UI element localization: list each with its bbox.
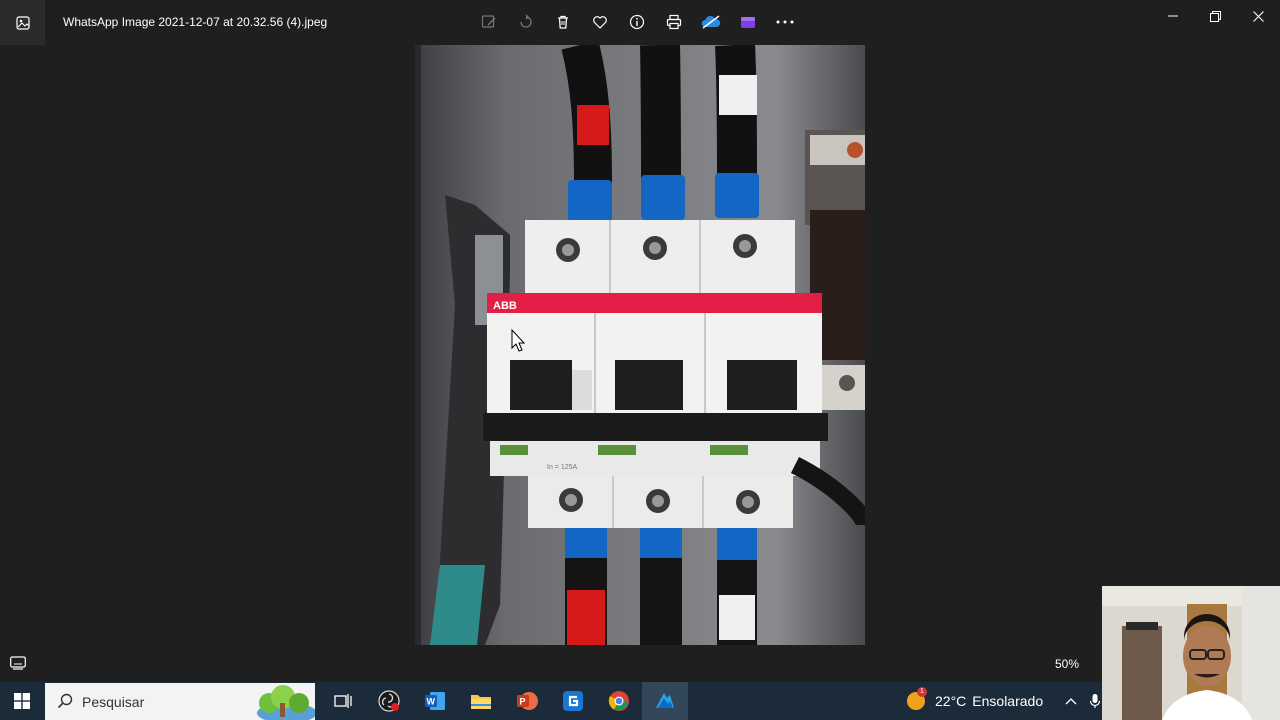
- windows-start-icon[interactable]: [0, 682, 44, 720]
- word-icon[interactable]: W: [412, 682, 458, 720]
- breaker-photo-illustration: ABB In = 125A: [415, 45, 865, 645]
- clipchamp-icon[interactable]: [737, 11, 759, 33]
- rotate-icon[interactable]: [515, 11, 537, 33]
- rating-label: In = 125A: [547, 464, 577, 471]
- webcam-overlay: [1102, 586, 1280, 720]
- title-bar: WhatsApp Image 2021-12-07 at 20.32.56 (4…: [0, 0, 1280, 45]
- search-icon: [57, 693, 73, 714]
- filmstrip-icon[interactable]: [10, 656, 26, 675]
- window-title: WhatsApp Image 2021-12-07 at 20.32.56 (4…: [63, 15, 328, 29]
- photos-app-icon[interactable]: [0, 0, 45, 45]
- favorite-icon[interactable]: [589, 11, 611, 33]
- svg-text:W: W: [427, 697, 436, 707]
- search-placeholder: Pesquisar: [82, 694, 145, 710]
- info-icon[interactable]: [626, 11, 648, 33]
- weather-icon[interactable]: 1: [905, 687, 927, 712]
- print-icon[interactable]: [663, 11, 685, 33]
- file-explorer-icon[interactable]: [458, 682, 504, 720]
- abb-label: ABB: [493, 300, 517, 312]
- g-app-icon[interactable]: [550, 682, 596, 720]
- obs-icon[interactable]: [366, 682, 412, 720]
- toolbar: [478, 11, 796, 33]
- chrome-icon[interactable]: [596, 682, 642, 720]
- webcam-person-illustration: [1102, 586, 1280, 720]
- taskbar-apps: W P: [320, 682, 688, 720]
- search-highlight-art-icon: [257, 685, 315, 720]
- photo[interactable]: ABB In = 125A: [415, 45, 865, 645]
- more-icon[interactable]: [774, 11, 796, 33]
- chevron-up-icon[interactable]: [1065, 697, 1077, 705]
- maximize-icon[interactable]: [1194, 0, 1237, 32]
- taskbar: Pesquisar W P 1 22°C Ensolarado: [0, 682, 1280, 720]
- zoom-level[interactable]: 50%: [1055, 657, 1079, 671]
- image-viewer: ABB In = 125A: [0, 45, 1280, 645]
- minimize-icon[interactable]: [1151, 0, 1194, 32]
- window-controls: [1151, 0, 1280, 32]
- delete-icon[interactable]: [552, 11, 574, 33]
- system-tray: 1 22°C Ensolarado: [905, 682, 1101, 720]
- paint-icon[interactable]: [642, 682, 688, 720]
- taskbar-search-box[interactable]: Pesquisar: [45, 683, 315, 720]
- onedrive-icon[interactable]: [700, 11, 722, 33]
- weather-condition[interactable]: Ensolarado: [972, 693, 1043, 709]
- weather-temp[interactable]: 22°C: [935, 693, 966, 709]
- powerpoint-icon[interactable]: P: [504, 682, 550, 720]
- microphone-icon[interactable]: [1089, 693, 1101, 709]
- task-view-icon[interactable]: [320, 682, 366, 720]
- bottom-bar: 50%: [0, 645, 1280, 682]
- weather-badge: 1: [917, 687, 927, 697]
- edit-image-icon[interactable]: [478, 11, 500, 33]
- svg-text:P: P: [520, 697, 526, 707]
- close-icon[interactable]: [1237, 0, 1280, 32]
